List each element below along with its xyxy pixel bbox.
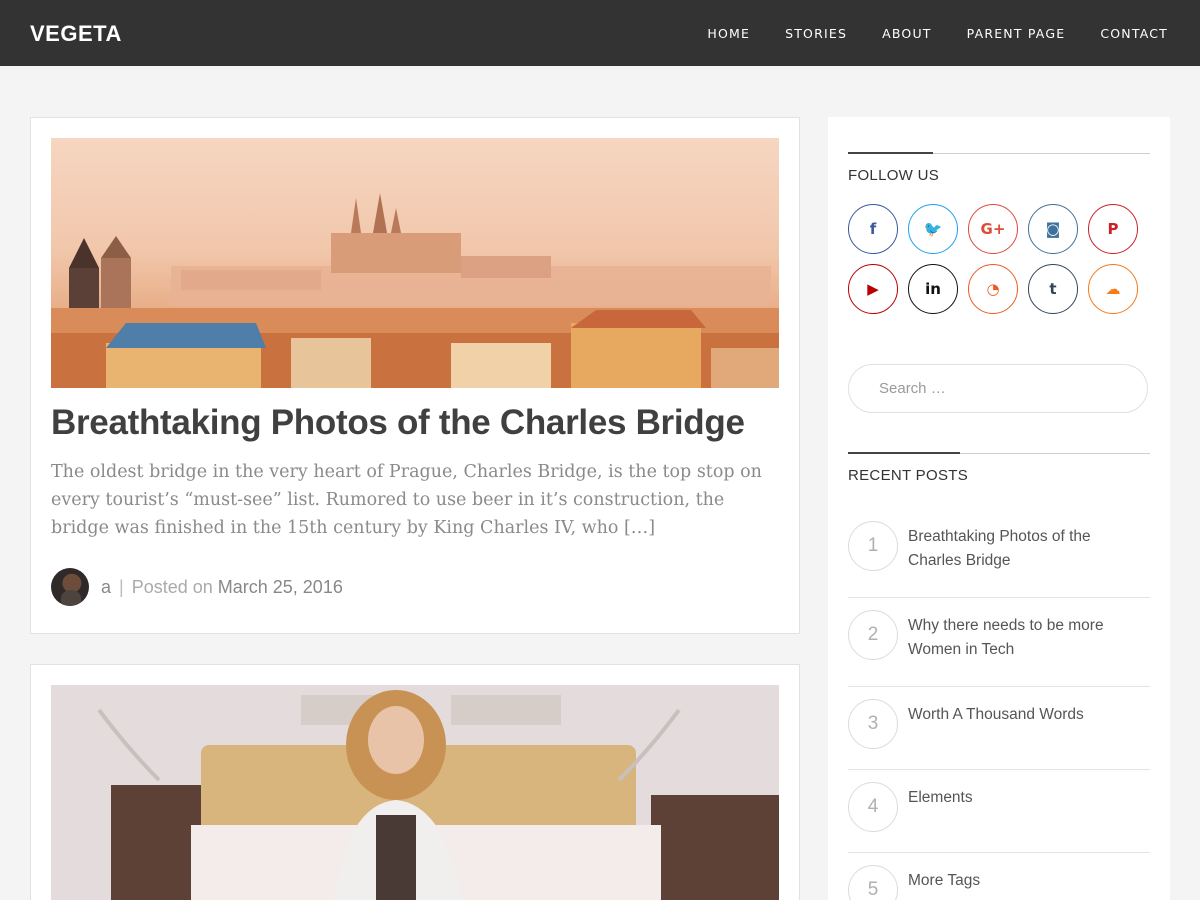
nav-parent-page[interactable]: PARENT PAGE <box>967 26 1066 41</box>
recent-post-item[interactable]: 4 Elements <box>848 770 1150 853</box>
post-card: Breathtaking Photos of the Charles Bridg… <box>30 117 800 634</box>
post-excerpt: The oldest bridge in the very heart of P… <box>51 462 762 538</box>
twitter-icon[interactable]: 🐦 <box>908 204 958 254</box>
google-plus-icon[interactable]: G+ <box>968 204 1018 254</box>
prague-skyline-image <box>51 193 779 388</box>
recent-posts-list: 1 Breathtaking Photos of the Charles Bri… <box>848 509 1150 900</box>
recent-post-item[interactable]: 3 Worth A Thousand Words <box>848 687 1150 770</box>
posted-on-label: Posted on <box>131 576 213 597</box>
post-featured-image[interactable] <box>51 685 779 900</box>
recent-post-number: 4 <box>848 782 898 832</box>
recent-post-item[interactable]: 1 Breathtaking Photos of the Charles Bri… <box>848 509 1150 598</box>
site-brand[interactable]: VEGETA <box>30 21 122 47</box>
site-header: VEGETA HOME STORIES ABOUT PARENT PAGE CO… <box>0 0 1200 66</box>
search-input[interactable] <box>848 364 1148 413</box>
post-date[interactable]: March 25, 2016 <box>218 577 343 598</box>
sidebar: FOLLOW US f🐦G+◙P ▶in◔t☁ RECENT POSTS 1 Br… <box>828 117 1170 900</box>
recent-post-link[interactable]: Why there needs to be more Women in Tech <box>908 614 1138 662</box>
youtube-icon[interactable]: ▶ <box>848 264 898 314</box>
recent-post-number: 3 <box>848 699 898 749</box>
instagram-icon[interactable]: ◙ <box>1028 204 1078 254</box>
main-nav: HOME STORIES ABOUT PARENT PAGE CONTACT <box>672 0 1168 66</box>
linkedin-icon[interactable]: in <box>908 264 958 314</box>
post-meta: a | Posted on March 25, 2016 <box>51 568 343 606</box>
facebook-icon[interactable]: f <box>848 204 898 254</box>
author-avatar[interactable] <box>51 568 89 606</box>
rss-icon[interactable]: ◔ <box>968 264 1018 314</box>
recent-post-number: 1 <box>848 521 898 571</box>
post-card <box>30 664 800 900</box>
nav-stories[interactable]: STORIES <box>785 26 847 41</box>
follow-us-title: FOLLOW US <box>848 167 940 184</box>
recent-post-link[interactable]: Worth A Thousand Words <box>908 703 1138 727</box>
widget-divider <box>848 152 1150 154</box>
nav-about[interactable]: ABOUT <box>882 26 932 41</box>
recent-post-link[interactable]: More Tags <box>908 869 1138 893</box>
post-featured-image[interactable] <box>51 138 779 388</box>
social-links: f 🐦 G+ ◙ P ▶ in ◔ t ☁ <box>848 204 1158 324</box>
pinterest-icon[interactable]: P <box>1088 204 1138 254</box>
widget-divider <box>848 452 1150 454</box>
recent-post-number: 2 <box>848 610 898 660</box>
post-title[interactable]: Breathtaking Photos of the Charles Bridg… <box>51 403 745 443</box>
recent-posts-title: RECENT POSTS <box>848 467 969 484</box>
nav-contact[interactable]: CONTACT <box>1100 26 1168 41</box>
nav-home[interactable]: HOME <box>707 26 750 41</box>
tumblr-icon[interactable]: t <box>1028 264 1078 314</box>
recent-post-link[interactable]: Elements <box>908 786 1138 810</box>
woman-on-bed-image <box>51 685 779 900</box>
recent-post-link[interactable]: Breathtaking Photos of the Charles Bridg… <box>908 525 1138 573</box>
meta-separator: | <box>119 576 124 597</box>
recent-post-item[interactable]: 5 More Tags <box>848 853 1150 900</box>
soundcloud-icon[interactable]: ☁ <box>1088 264 1138 314</box>
post-author[interactable]: a <box>101 577 111 598</box>
recent-post-number: 5 <box>848 865 898 900</box>
recent-post-item[interactable]: 2 Why there needs to be more Women in Te… <box>848 598 1150 687</box>
